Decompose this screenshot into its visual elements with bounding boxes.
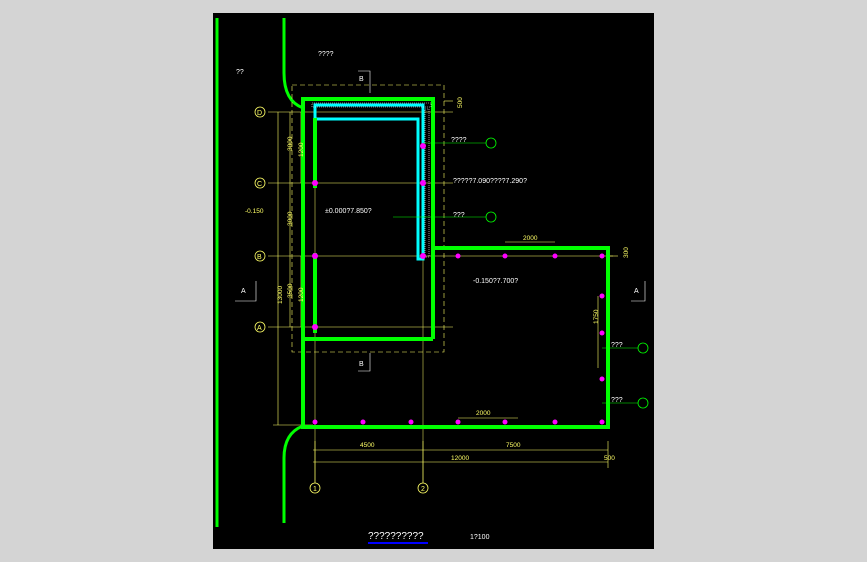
dim-3000b: 3000 bbox=[287, 211, 294, 226]
dim-12000: 12000 bbox=[451, 455, 469, 462]
dim-2000-bottom: 2000 bbox=[476, 410, 491, 417]
inner-wall bbox=[301, 99, 433, 341]
road-curve-top bbox=[282, 18, 304, 110]
drawing-title: ?????????? bbox=[368, 531, 424, 542]
floor-plan-drawing: D C B A 1 2 B B A A ???? ?? ???? ?????7.… bbox=[215, 18, 649, 544]
dim-3000a: 3000 bbox=[287, 136, 294, 151]
top-note: ???? bbox=[318, 51, 334, 58]
note-5: ??? bbox=[611, 397, 623, 404]
dim-1750: 1750 bbox=[593, 309, 600, 324]
dim-4500: 4500 bbox=[360, 442, 375, 449]
level-minus150: -0.150 bbox=[245, 208, 264, 215]
section-a-right: A bbox=[634, 288, 639, 295]
note-4: ??? bbox=[611, 342, 623, 349]
elevation-1: ±0.000?7.850? bbox=[325, 208, 372, 215]
section-b-bottom: B bbox=[359, 361, 364, 368]
axis-1-label: 1 bbox=[313, 486, 317, 493]
dim-1200a: 1200 bbox=[298, 142, 305, 157]
cyan-boundary bbox=[313, 103, 425, 261]
axis-b-label: B bbox=[257, 254, 262, 261]
note-3: ??? bbox=[453, 212, 465, 219]
note-1: ???? bbox=[451, 137, 467, 144]
column-points bbox=[312, 143, 605, 425]
dim-2000-top: 2000 bbox=[523, 235, 538, 242]
outer-wall bbox=[301, 97, 610, 429]
axis-d-label: D bbox=[257, 110, 262, 117]
dim-500-top: 500 bbox=[457, 97, 464, 108]
scale-label: 1?100 bbox=[470, 534, 490, 541]
dim-7500: 7500 bbox=[506, 442, 521, 449]
axis-c-label: C bbox=[257, 181, 262, 188]
dim-1200b: 1200 bbox=[298, 287, 305, 302]
road-curve-bottom bbox=[282, 424, 304, 523]
dim-3500: 3500 bbox=[287, 283, 294, 298]
cad-viewport[interactable]: D C B A 1 2 B B A A ???? ?? ???? ?????7.… bbox=[213, 13, 654, 549]
axis-2-label: 2 bbox=[421, 486, 425, 493]
elevation-2: -0.150?7.700? bbox=[473, 278, 518, 285]
left-dimensions bbox=[273, 112, 313, 426]
dim-13000: 13000 bbox=[277, 286, 284, 304]
axis-a-label: A bbox=[257, 325, 262, 332]
left-note: ?? bbox=[236, 69, 244, 76]
section-b-top: B bbox=[359, 76, 364, 83]
dim-500-bottom: 500 bbox=[604, 455, 615, 462]
section-a-left: A bbox=[241, 288, 246, 295]
dim-300-right: 300 bbox=[623, 247, 630, 258]
section-markers bbox=[235, 70, 646, 372]
note-2: ?????7.090????7.290? bbox=[453, 178, 527, 185]
